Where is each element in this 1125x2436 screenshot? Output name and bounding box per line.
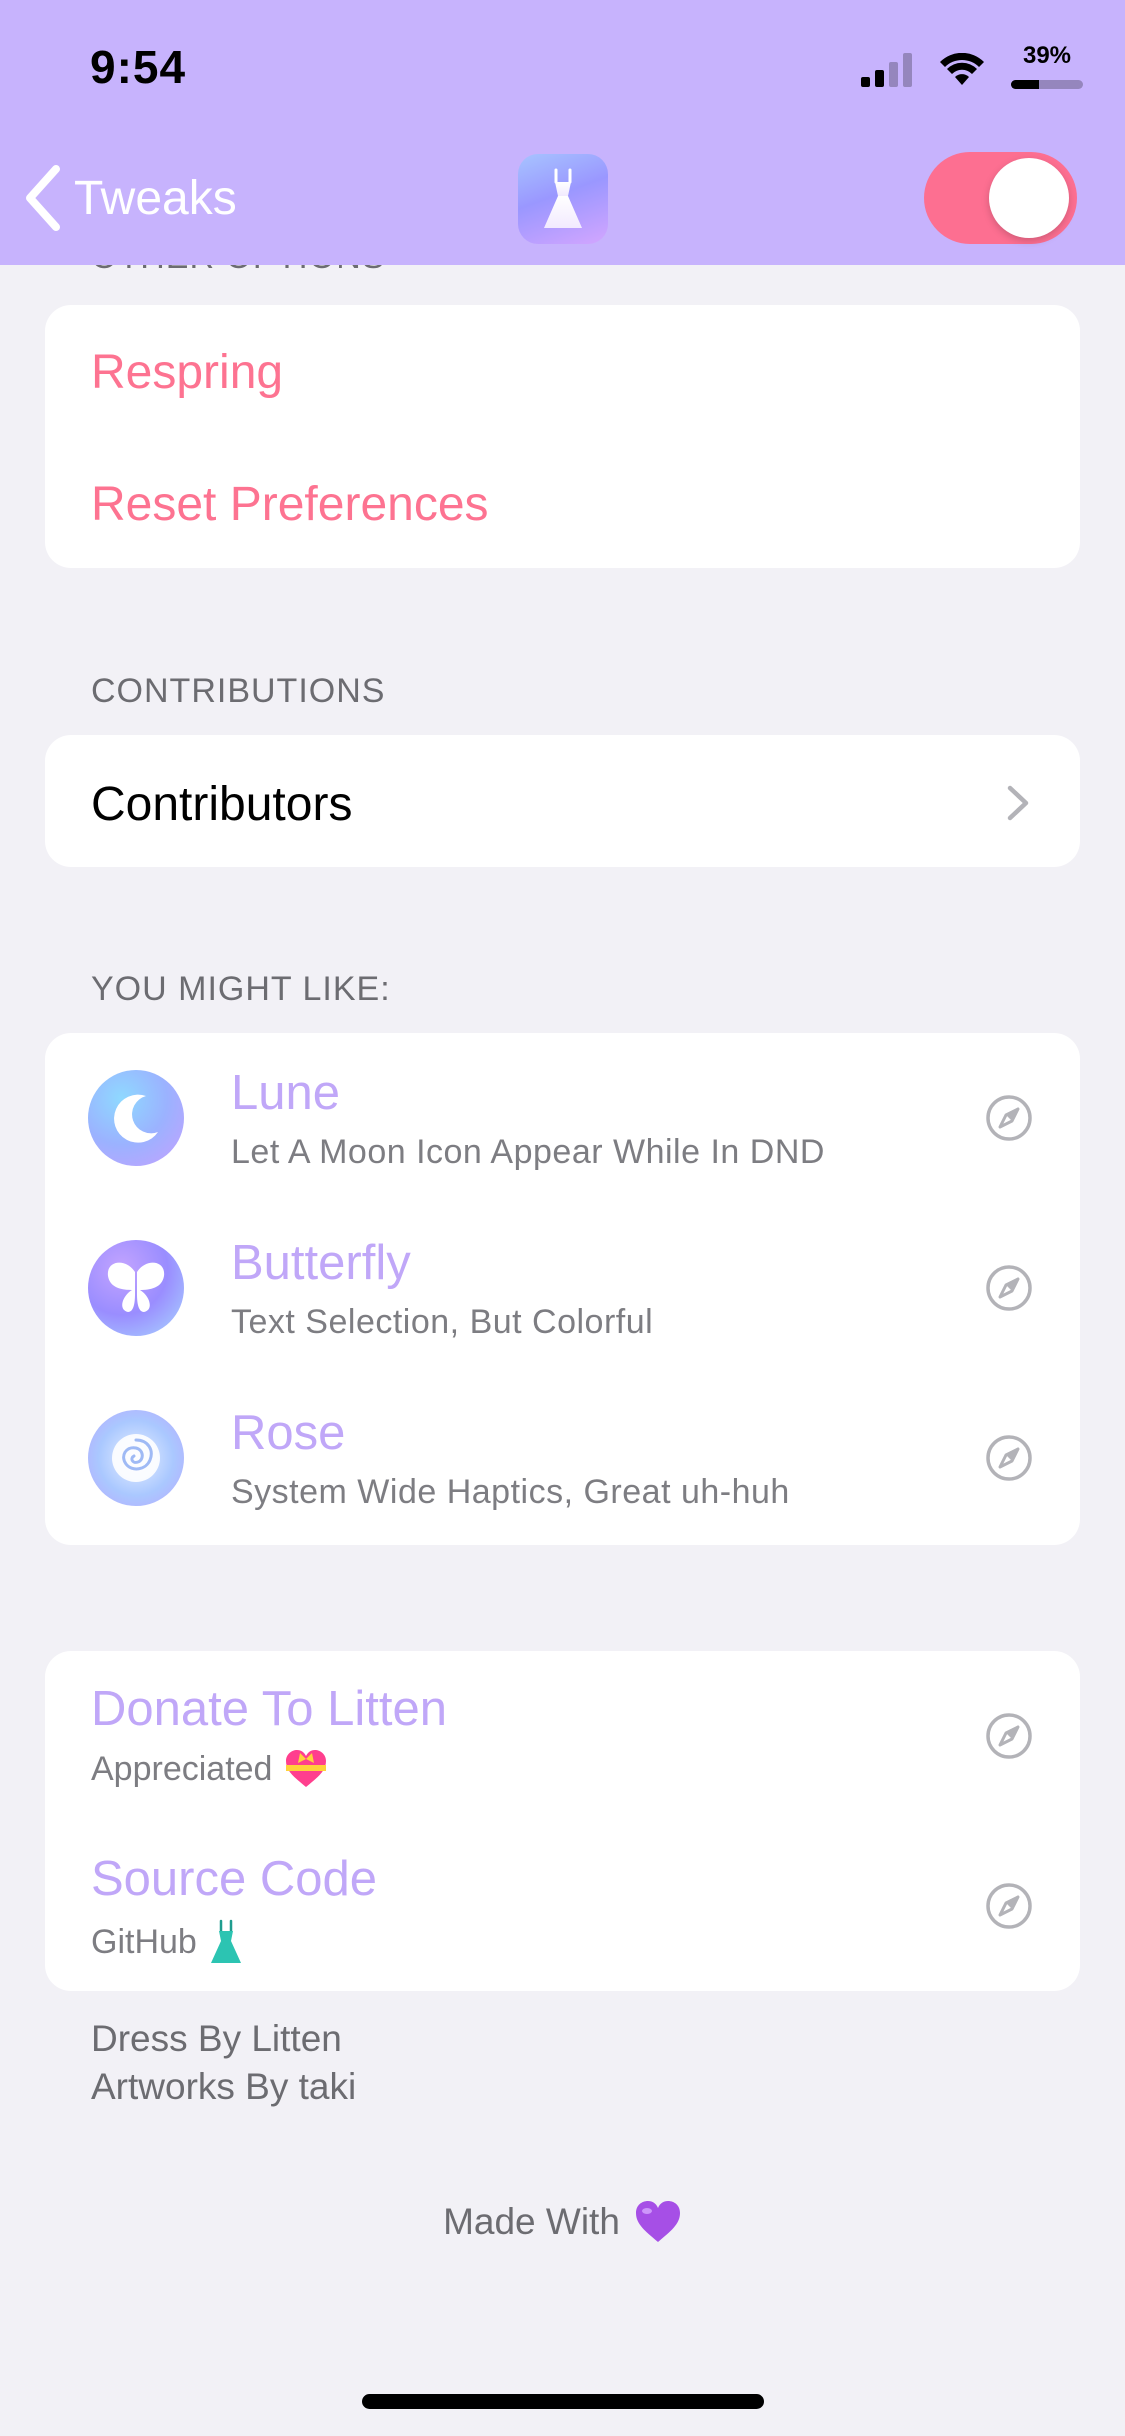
compass-icon bbox=[986, 1713, 1032, 1759]
chevron-right-icon bbox=[1007, 785, 1029, 821]
enable-toggle[interactable] bbox=[924, 152, 1077, 244]
moon-icon bbox=[88, 1070, 184, 1166]
credits-line-artwork: Artworks By taki bbox=[91, 2066, 357, 2107]
donate-subtitle-row: Appreciated bbox=[91, 1749, 328, 1789]
contributors-row[interactable]: Contributors bbox=[45, 735, 1080, 867]
other-options-card: Respring Reset Preferences bbox=[45, 305, 1080, 568]
back-button[interactable]: Tweaks bbox=[22, 160, 237, 236]
tweak-description: System Wide Haptics, Great uh-huh bbox=[231, 1473, 790, 1511]
source-code-row[interactable]: Source Code GitHub bbox=[45, 1821, 1080, 1991]
home-indicator[interactable] bbox=[362, 2394, 764, 2409]
tweak-row-lune[interactable]: Lune Let A Moon Icon Appear While In DND bbox=[45, 1033, 1080, 1203]
dress-app-icon bbox=[518, 154, 608, 244]
section-header-you-might-like: YOU MIGHT LIKE: bbox=[91, 970, 391, 1008]
status-indicators: 39% bbox=[861, 40, 1085, 100]
made-with-footer: Made With bbox=[0, 2200, 1125, 2244]
rose-icon bbox=[88, 1410, 184, 1506]
dress-icon bbox=[210, 1919, 241, 1963]
purple-heart-icon bbox=[635, 2201, 680, 2242]
donate-row[interactable]: Donate To Litten Appreciated bbox=[45, 1651, 1080, 1821]
tweak-name: Rose bbox=[231, 1406, 346, 1460]
battery-percentage: 39% bbox=[1022, 42, 1072, 69]
you-might-like-card: Lune Let A Moon Icon Appear While In DND… bbox=[45, 1033, 1080, 1545]
compass-icon bbox=[986, 1265, 1032, 1311]
source-code-title: Source Code bbox=[91, 1852, 378, 1906]
battery-indicator: 39% bbox=[1009, 42, 1085, 98]
source-code-subtitle-row: GitHub bbox=[91, 1919, 243, 1965]
credits-line-dress: Dress By Litten bbox=[91, 2018, 342, 2059]
source-code-subtitle: GitHub bbox=[91, 1922, 197, 1961]
tweak-name: Butterfly bbox=[231, 1236, 411, 1290]
compass-icon bbox=[986, 1883, 1032, 1929]
back-button-label: Tweaks bbox=[74, 171, 237, 225]
battery-level-fill bbox=[1011, 80, 1040, 89]
tweak-description: Let A Moon Icon Appear While In DND bbox=[231, 1133, 825, 1171]
chevron-left-icon bbox=[26, 165, 60, 231]
compass-icon bbox=[986, 1095, 1032, 1141]
contributors-label: Contributors bbox=[91, 778, 353, 831]
links-card: Donate To Litten Appreciated Source Code… bbox=[45, 1651, 1080, 1991]
contributions-card: Contributors bbox=[45, 735, 1080, 867]
respring-button[interactable]: Respring bbox=[91, 345, 283, 400]
battery-level-track bbox=[1011, 80, 1083, 89]
tweak-row-rose[interactable]: Rose System Wide Haptics, Great uh-huh bbox=[45, 1373, 1080, 1545]
heart-with-ribbon-icon bbox=[286, 1750, 327, 1787]
cellular-signal-icon bbox=[861, 53, 912, 87]
section-header-contributions: CONTRIBUTIONS bbox=[91, 672, 386, 710]
made-with-label: Made With bbox=[443, 2201, 620, 2242]
tweak-name: Lune bbox=[231, 1066, 341, 1120]
wifi-icon bbox=[940, 53, 984, 85]
preferences-page: OTHER OPTIONS 9:54 39% bbox=[0, 0, 1125, 2436]
butterfly-icon bbox=[88, 1240, 184, 1336]
toggle-knob bbox=[989, 158, 1069, 238]
navigation-bar: 9:54 39% Tweaks bbox=[0, 0, 1125, 265]
tweak-row-butterfly[interactable]: Butterfly Text Selection, But Colorful bbox=[45, 1203, 1080, 1373]
reset-preferences-button[interactable]: Reset Preferences bbox=[91, 477, 489, 532]
tweak-description: Text Selection, But Colorful bbox=[231, 1303, 654, 1341]
donate-title: Donate To Litten bbox=[91, 1682, 447, 1736]
donate-subtitle: Appreciated bbox=[91, 1749, 273, 1788]
compass-icon bbox=[986, 1435, 1032, 1481]
status-time: 9:54 bbox=[90, 41, 187, 93]
